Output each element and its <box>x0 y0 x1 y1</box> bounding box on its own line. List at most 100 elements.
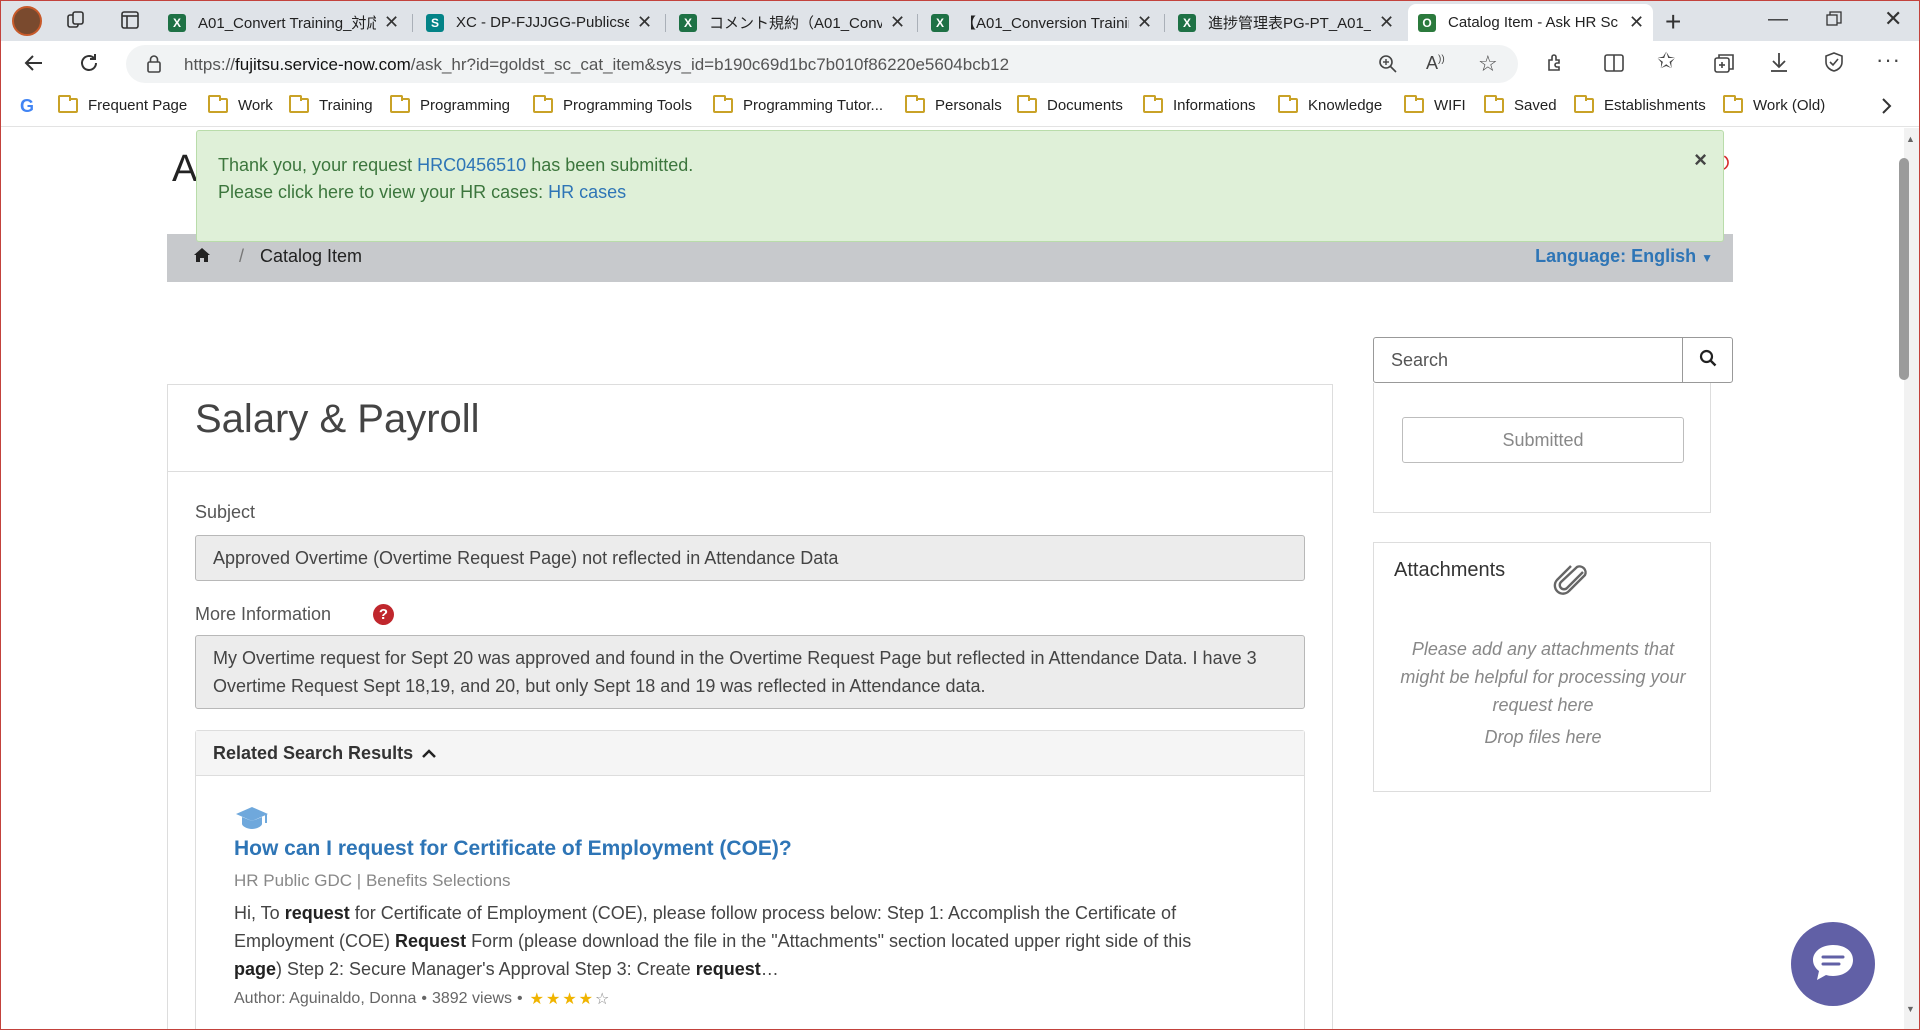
chevron-up-icon[interactable] <box>421 743 437 764</box>
bookmark-item[interactable]: Programming <box>390 95 510 114</box>
tab-1[interactable]: X A01_Convert Training_対応 ✕ <box>158 4 408 41</box>
bookmark-label: Personals <box>935 97 1002 114</box>
bookmark-item[interactable]: WIFI <box>1404 95 1466 114</box>
subject-field[interactable]: Approved Overtime (Overtime Request Page… <box>195 535 1305 581</box>
restore-button[interactable] <box>1826 11 1842 32</box>
star-empty-icon: ☆ <box>595 991 610 1008</box>
favorites-icon[interactable]: ✩ <box>1657 48 1675 74</box>
tab-label: A01_Convert Training_対応 <box>198 15 376 32</box>
tab-actions-icon[interactable] <box>120 10 140 30</box>
help-icon[interactable]: ? <box>373 604 394 625</box>
bookmark-item[interactable]: Personals <box>905 95 1002 114</box>
tab-label: 【A01_Conversion Training <box>961 15 1129 32</box>
drop-files-zone[interactable]: Drop files here <box>1394 727 1692 748</box>
back-arrow-icon[interactable] <box>22 51 46 80</box>
tab-close-icon[interactable]: ✕ <box>1379 12 1394 33</box>
page-title: Salary & Payroll <box>195 397 480 441</box>
attachments-title: Attachments <box>1394 559 1506 581</box>
servicenow-icon: O <box>1418 13 1436 32</box>
search-input[interactable]: Search <box>1373 337 1733 383</box>
new-tab-button[interactable]: + <box>1665 6 1681 38</box>
folder-icon <box>1278 95 1298 113</box>
request-number-link[interactable]: HRC0456510 <box>417 155 526 175</box>
article-views: 3892 views <box>431 990 513 1007</box>
profile-avatar[interactable] <box>12 6 42 36</box>
minimize-button[interactable]: — <box>1768 8 1788 31</box>
chat-bubble-icon <box>1809 941 1857 988</box>
attachments-panel[interactable]: Attachments Please add any attachments t… <box>1373 542 1711 792</box>
bookmark-item[interactable]: Work <box>208 95 273 114</box>
read-aloud-icon[interactable]: A)) <box>1426 53 1445 74</box>
tab-close-icon[interactable]: ✕ <box>890 12 905 33</box>
download-icon[interactable] <box>1768 51 1790 78</box>
rating-stars: ★ ★ ★ ★ ☆ <box>528 989 610 1009</box>
tab-6[interactable]: O Catalog Item - Ask HR Sc ✕ <box>1408 4 1653 41</box>
folder-icon <box>533 95 553 113</box>
excel-icon: X <box>168 13 186 32</box>
close-window-button[interactable]: ✕ <box>1884 6 1902 32</box>
bookmark-item[interactable]: Informations <box>1143 95 1256 114</box>
scrollbar-thumb[interactable] <box>1899 158 1909 380</box>
tab-close-icon[interactable]: ✕ <box>1137 12 1152 33</box>
chat-button[interactable] <box>1791 922 1875 1006</box>
folder-icon <box>1017 95 1037 113</box>
refresh-icon[interactable] <box>77 51 101 80</box>
zoom-icon[interactable] <box>1378 54 1398 79</box>
bookmark-item[interactable]: Documents <box>1017 95 1123 114</box>
sharepoint-icon: S <box>426 13 444 32</box>
bookmark-item[interactable]: Training <box>289 95 373 114</box>
bookmark-item[interactable]: Programming Tools <box>533 95 692 114</box>
tab-4[interactable]: X 【A01_Conversion Training ✕ <box>921 4 1161 41</box>
tab-close-icon[interactable]: ✕ <box>384 12 399 33</box>
star-filled-icon: ★ <box>529 991 544 1008</box>
star-filled-icon: ★ <box>545 991 561 1008</box>
google-icon[interactable]: G <box>20 96 34 117</box>
tab-close-icon[interactable]: ✕ <box>637 12 652 33</box>
tab-2[interactable]: S XC - DP-FJJJGG-Publicsec ✕ <box>416 4 661 41</box>
extensions-icon[interactable] <box>1545 52 1567 79</box>
split-screen-icon[interactable] <box>1603 52 1625 79</box>
tab-5[interactable]: X 進捗管理表PG-PT_A01_C ✕ <box>1168 4 1403 41</box>
paperclip-icon[interactable] <box>1549 561 1589 602</box>
language-selector[interactable]: Language: English ▼ <box>1535 246 1713 267</box>
bookmark-label: Informations <box>1173 97 1256 114</box>
tab-3[interactable]: X コメント規約（A01_Conver ✕ <box>669 4 914 41</box>
article-author: Author: Aguinaldo, Donna <box>234 990 417 1007</box>
folder-icon <box>713 95 733 113</box>
workspaces-icon[interactable] <box>66 10 86 30</box>
collections-icon[interactable] <box>1713 52 1735 79</box>
search-button[interactable] <box>1682 338 1733 382</box>
bookmark-label: Documents <box>1047 97 1123 114</box>
bookmark-item[interactable]: Saved <box>1484 95 1557 114</box>
chevron-right-icon[interactable] <box>1880 97 1892 120</box>
more-info-field[interactable]: My Overtime request for Sept 20 was appr… <box>195 635 1305 709</box>
favorite-star-icon[interactable]: ☆ <box>1478 51 1498 77</box>
tab-separator <box>412 14 413 32</box>
bookmark-item[interactable]: Establishments <box>1574 95 1706 114</box>
related-header[interactable]: Related Search Results <box>196 731 1304 776</box>
submitted-button[interactable]: Submitted <box>1402 417 1684 463</box>
hr-cases-link[interactable]: HR cases <box>548 182 626 202</box>
bookmark-item[interactable]: Knowledge <box>1278 95 1382 114</box>
more-menu-icon[interactable]: ··· <box>1876 47 1901 73</box>
tab-close-icon[interactable]: ✕ <box>1629 12 1644 33</box>
scroll-up-arrow[interactable]: ▲ <box>1906 134 1915 144</box>
folder-icon <box>1143 95 1163 113</box>
folder-icon <box>905 95 925 113</box>
browser-essentials-icon[interactable] <box>1823 51 1845 78</box>
alert-hr-cases: Please click here to view your HR cases:… <box>218 182 627 202</box>
subject-label: Subject <box>195 502 256 522</box>
article-link[interactable]: How can I request for Certificate of Emp… <box>234 837 792 861</box>
related-search-results: Related Search Results How can I request… <box>195 730 1305 1030</box>
url-field[interactable]: https://fujitsu.service-now.com/ask_hr?i… <box>126 45 1518 83</box>
close-icon[interactable]: × <box>1694 147 1707 173</box>
home-icon[interactable] <box>193 247 211 268</box>
bookmark-item[interactable]: Frequent Page <box>58 95 187 114</box>
scroll-down-arrow[interactable]: ▼ <box>1906 1004 1915 1014</box>
breadcrumb-separator: / <box>239 246 245 266</box>
bookmark-item[interactable]: Work (Old) <box>1723 95 1825 114</box>
bookmark-item[interactable]: Programming Tutor... <box>713 95 883 114</box>
catalog-form: Salary & Payroll Subject Approved Overti… <box>167 384 1333 1030</box>
tab-label: XC - DP-FJJJGG-Publicsec <box>456 14 629 31</box>
lock-icon[interactable] <box>146 54 162 79</box>
